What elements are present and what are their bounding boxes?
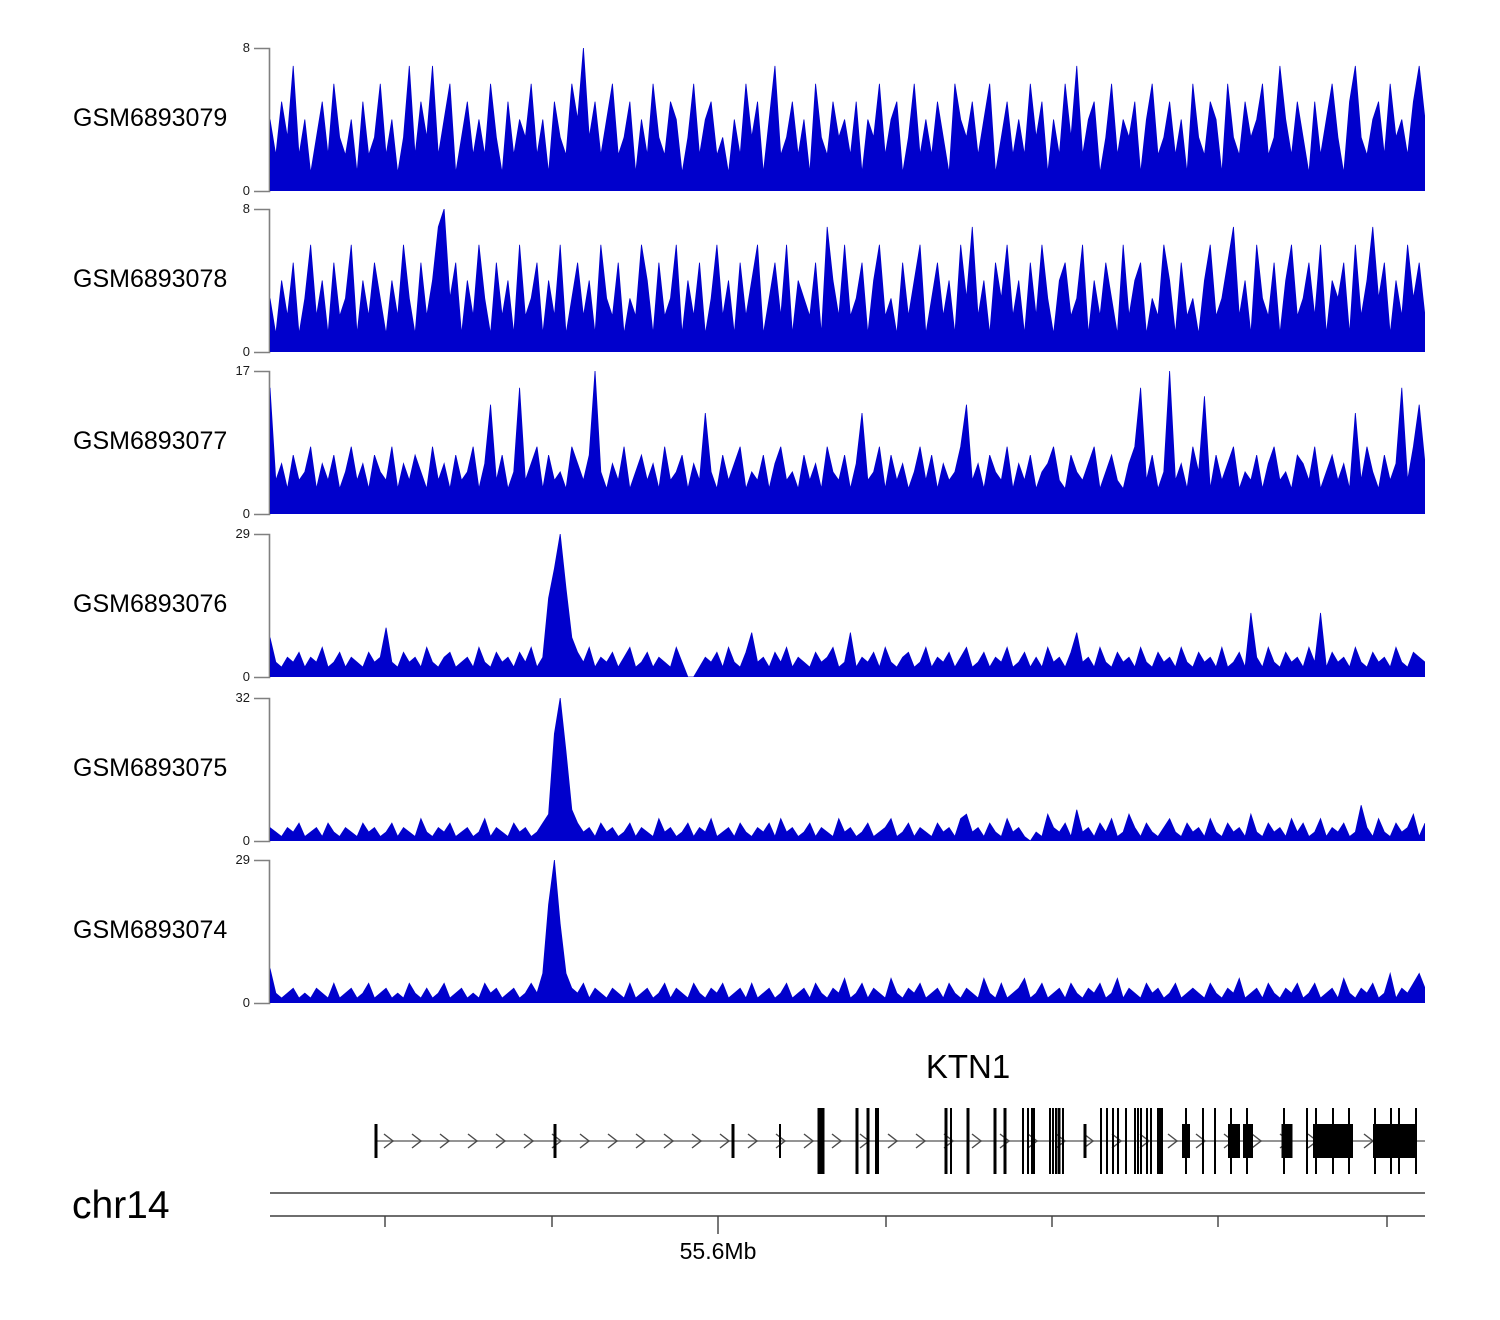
exon-box — [1246, 1108, 1248, 1174]
exon-box — [1031, 1108, 1033, 1174]
exon-box — [950, 1108, 952, 1174]
exon-box — [1004, 1108, 1007, 1174]
exon-box — [1100, 1108, 1102, 1174]
exon-box — [1033, 1108, 1035, 1174]
exon-box — [1062, 1108, 1064, 1174]
exon-box — [1306, 1108, 1308, 1174]
exon-box — [1125, 1108, 1127, 1174]
exon-box — [1027, 1108, 1029, 1174]
ruler-tick-label: 55.6Mb — [638, 1238, 798, 1265]
exon-box — [1315, 1108, 1317, 1174]
genome-browser-figure: GSM689307980GSM689307880GSM6893077170GSM… — [0, 0, 1500, 1320]
exon-box — [1185, 1108, 1187, 1174]
exon-box — [1112, 1108, 1114, 1174]
exon-box — [867, 1108, 870, 1174]
exon-box — [1058, 1108, 1061, 1174]
exon-box — [554, 1124, 557, 1158]
exon-box — [994, 1108, 997, 1174]
exon-box — [732, 1124, 735, 1158]
exon-box — [1390, 1108, 1392, 1174]
exon-box — [1228, 1124, 1240, 1158]
exon-box — [1117, 1108, 1119, 1174]
gene-model-and-ruler-graphics — [0, 0, 1500, 1320]
exon-box — [1373, 1124, 1417, 1158]
exon-box — [1140, 1108, 1142, 1174]
exon-box — [1202, 1108, 1204, 1174]
exon-box — [1052, 1108, 1054, 1174]
exon-box — [779, 1124, 781, 1158]
chromosome-label: chr14 — [72, 1184, 170, 1228]
exon-box — [1348, 1108, 1350, 1174]
exon-box — [1106, 1108, 1108, 1174]
exon-box — [1159, 1108, 1163, 1174]
exon-box — [1049, 1108, 1051, 1174]
exon-box — [1283, 1108, 1285, 1174]
exon-box — [1374, 1108, 1376, 1174]
exon-box — [856, 1108, 859, 1174]
exon-box — [375, 1124, 378, 1158]
exon-box — [1214, 1108, 1216, 1174]
exon-box — [1415, 1108, 1417, 1174]
exon-box — [967, 1108, 970, 1174]
exon-box — [945, 1108, 948, 1174]
exon-box — [818, 1108, 825, 1174]
exon-box — [1157, 1108, 1159, 1174]
exon-box — [1084, 1124, 1087, 1158]
exon-box — [1137, 1108, 1139, 1174]
exon-box — [1146, 1108, 1148, 1174]
exon-box — [1332, 1108, 1334, 1174]
exon-box — [875, 1108, 879, 1174]
exon-box — [1398, 1108, 1400, 1174]
exon-box — [1150, 1108, 1152, 1174]
exon-box — [1022, 1108, 1024, 1174]
exon-box — [1134, 1108, 1136, 1174]
exon-box — [1230, 1108, 1232, 1174]
exon-box — [1055, 1108, 1057, 1174]
